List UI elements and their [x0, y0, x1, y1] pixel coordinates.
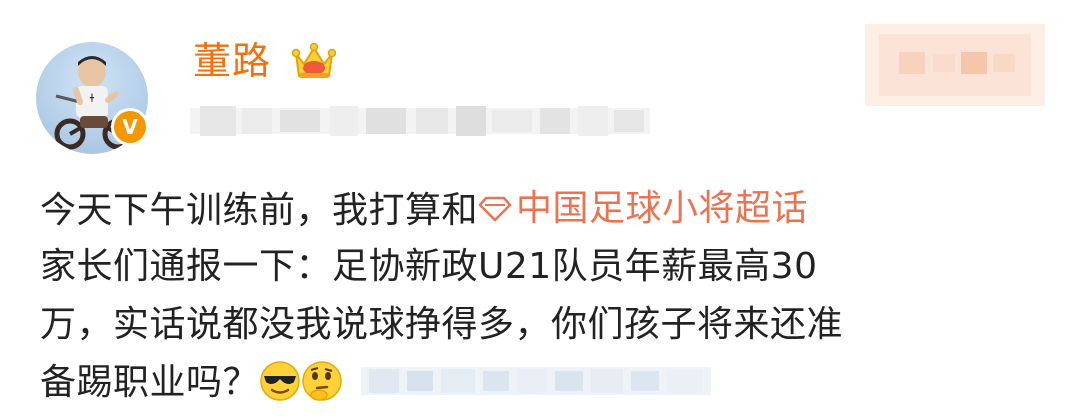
topic-link[interactable]: 中国足球小将超话 — [478, 180, 808, 238]
post-text-blurred — [361, 367, 712, 395]
author-name[interactable]: 董路 — [193, 38, 271, 84]
follow-button-blurred[interactable] — [865, 24, 1045, 106]
weibo-post: ╋ V 董路 今天下午训练前，我打算和 中国足球小将超话 家长们通报一下：足协新… — [0, 0, 1080, 420]
post-text-line-1: 今天下午训练前，我打算和 中国足球小将超话 — [40, 180, 1040, 238]
verified-badge-icon: V — [111, 108, 149, 146]
post-text-segment: 今天下午训练前，我打算和 — [40, 190, 479, 231]
thinking-face-emoji-icon — [302, 361, 342, 401]
verified-badge-label: V — [122, 115, 138, 139]
post-text-line-4: 备踢职业吗？ — [40, 354, 1040, 412]
post-body: 今天下午训练前，我打算和 中国足球小将超话 家长们通报一下：足协新政U21队员年… — [40, 180, 1040, 412]
post-text-line-3: 万，实话说都没我说球挣得多，你们孩子将来还准 — [40, 304, 844, 345]
post-text-segment: 备踢职业吗？ — [40, 362, 260, 403]
cool-face-emoji-icon — [260, 361, 300, 401]
topic-label: 中国足球小将超话 — [516, 188, 809, 229]
post-text-line-2: 家长们通报一下：足协新政U21队员年薪最高30 — [40, 246, 818, 287]
crown-icon — [292, 42, 336, 78]
post-meta-blurred — [190, 106, 650, 136]
diamond-icon — [478, 196, 512, 222]
